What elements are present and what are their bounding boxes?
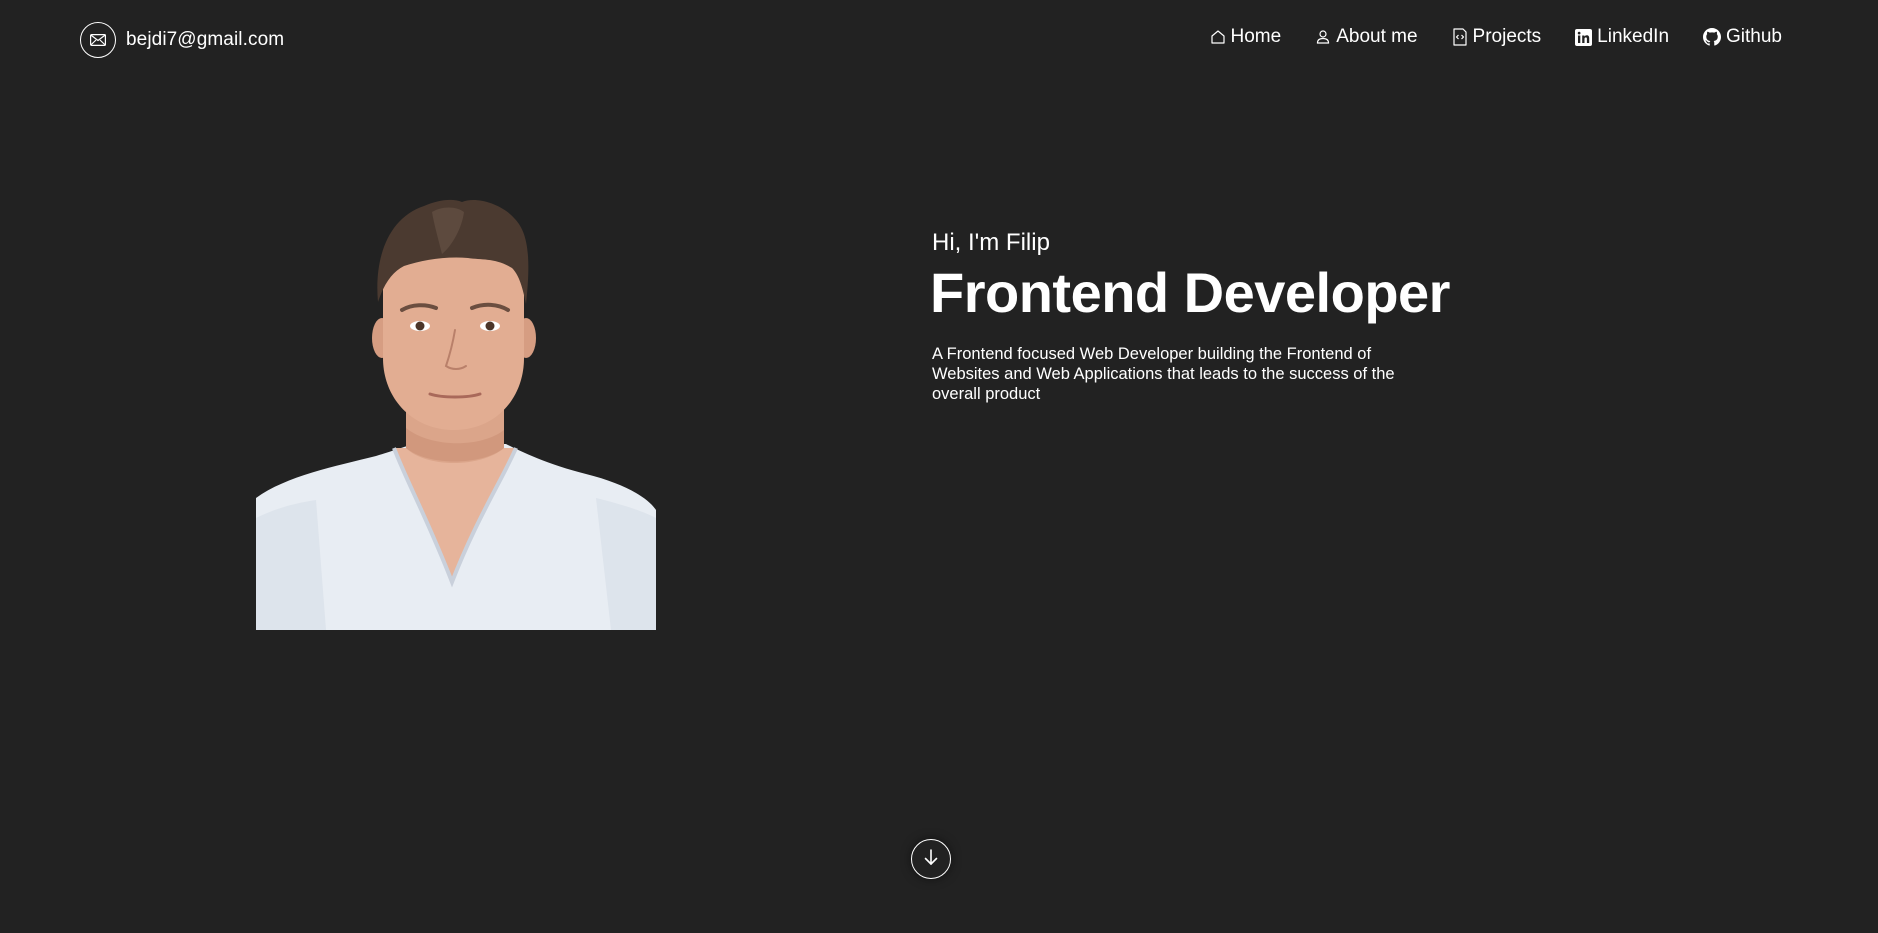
hero-greeting: Hi, I'm Filip xyxy=(932,229,1050,256)
home-icon xyxy=(1210,29,1226,45)
nav-linkedin-label: LinkedIn xyxy=(1597,26,1670,47)
nav-github-label: Github xyxy=(1726,26,1782,47)
mail-icon xyxy=(80,22,116,58)
email-link[interactable]: bejdi7@gmail.com xyxy=(80,22,284,58)
linkedin-icon xyxy=(1575,28,1593,46)
hero-text: Hi, I'm Filip Frontend Developer A Front… xyxy=(930,228,1452,404)
profile-photo xyxy=(256,199,656,630)
scroll-down-button[interactable] xyxy=(911,839,951,879)
hero-description: A Frontend focused Web Developer buildin… xyxy=(932,345,1395,403)
user-icon xyxy=(1315,29,1331,45)
main-nav: Home About me Projects LinkedIn Github xyxy=(1210,26,1782,48)
github-icon xyxy=(1703,28,1722,46)
code-file-icon xyxy=(1452,28,1468,46)
nav-home[interactable]: Home xyxy=(1210,26,1282,48)
nav-home-label: Home xyxy=(1230,26,1282,47)
nav-about-me[interactable]: About me xyxy=(1315,26,1418,48)
nav-linkedin[interactable]: LinkedIn xyxy=(1575,26,1669,48)
email-text: bejdi7@gmail.com xyxy=(126,29,285,50)
page: bejdi7@gmail.com Home About me Projects … xyxy=(0,0,1878,933)
arrow-down-icon xyxy=(923,848,939,871)
nav-about-me-label: About me xyxy=(1336,26,1418,47)
header: bejdi7@gmail.com Home About me Projects … xyxy=(0,0,1878,80)
nav-projects[interactable]: Projects xyxy=(1452,26,1542,48)
nav-projects-label: Projects xyxy=(1472,26,1542,47)
nav-github[interactable]: Github xyxy=(1703,26,1782,48)
hero-title: Frontend Developer xyxy=(930,261,1450,324)
